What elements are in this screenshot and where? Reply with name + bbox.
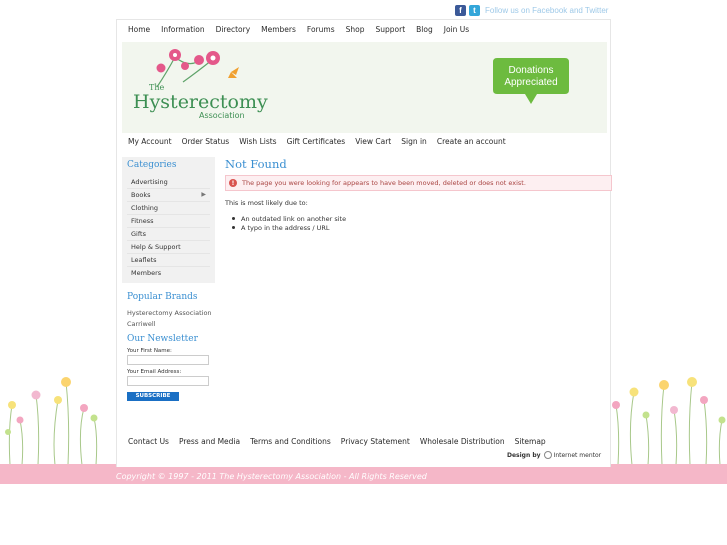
nav-wish-lists[interactable]: Wish Lists xyxy=(239,137,276,146)
nav-directory[interactable]: Directory xyxy=(216,25,251,34)
popular-brands: Popular Brands Hysterectomy Association … xyxy=(122,292,215,328)
page-title: Not Found xyxy=(225,157,287,171)
nav-order-status[interactable]: Order Status xyxy=(182,137,230,146)
svg-text:Association: Association xyxy=(199,111,245,120)
error-text: The page you were looking for appears to… xyxy=(242,179,526,187)
header-banner: The Hysterectomy Association Donations A… xyxy=(122,42,607,133)
nav-sign-in[interactable]: Sign in xyxy=(401,137,427,146)
nav-view-cart[interactable]: View Cart xyxy=(355,137,391,146)
reasons-list: An outdated link on another site A typo … xyxy=(225,214,612,232)
footer-nav: Contact Us Press and Media Terms and Con… xyxy=(128,437,546,446)
site-logo[interactable]: The Hysterectomy Association xyxy=(127,42,287,132)
nav-gift-certificates[interactable]: Gift Certificates xyxy=(287,137,346,146)
footer-contact-us[interactable]: Contact Us xyxy=(128,437,169,446)
social-links: f t Follow us on Facebook and Twitter xyxy=(455,3,608,17)
follow-text[interactable]: Follow us on Facebook and Twitter xyxy=(485,6,608,15)
svg-text:Hysterectomy: Hysterectomy xyxy=(133,91,268,113)
list-item: An outdated link on another site xyxy=(232,214,612,223)
newsletter-title: Our Newsletter xyxy=(127,334,198,344)
nav-members[interactable]: Members xyxy=(261,25,296,34)
donations-button[interactable]: Donations Appreciated xyxy=(493,58,569,104)
main-content: Not Found ! The page you were looking fo… xyxy=(225,157,612,232)
footer-wholesale[interactable]: Wholesale Distribution xyxy=(420,437,505,446)
category-clothing[interactable]: Clothing xyxy=(127,202,210,215)
design-by-label: Design by xyxy=(507,451,541,459)
nav-create-account[interactable]: Create an account xyxy=(437,137,506,146)
category-books-label: Books xyxy=(131,191,151,199)
nav-join-us[interactable]: Join Us xyxy=(444,25,469,34)
butterfly-icon xyxy=(228,67,239,78)
category-help-support[interactable]: Help & Support xyxy=(127,241,210,254)
twitter-icon[interactable]: t xyxy=(469,4,480,16)
categories-list: Advertising Books ▶ Clothing Fitness Gift… xyxy=(127,176,210,280)
nav-support[interactable]: Support xyxy=(375,25,405,34)
footer-privacy[interactable]: Privacy Statement xyxy=(341,437,410,446)
nav-shop[interactable]: Shop xyxy=(346,25,365,34)
footer-press-media[interactable]: Press and Media xyxy=(179,437,240,446)
list-item: A typo in the address / URL xyxy=(232,223,612,232)
account-nav: My Account Order Status Wish Lists Gift … xyxy=(128,137,506,146)
email-label: Your Email Address: xyxy=(127,369,182,375)
newsletter: Our Newsletter Your First Name: Your Ema… xyxy=(122,334,215,401)
first-name-field[interactable] xyxy=(127,355,209,365)
footer-sitemap[interactable]: Sitemap xyxy=(515,437,546,446)
categories-box: Categories Advertising Books ▶ Clothing F… xyxy=(122,157,215,283)
likely-cause-text: This is most likely due to: xyxy=(225,199,308,207)
design-credit: Design by Internet mentor xyxy=(507,451,601,459)
nav-home[interactable]: Home xyxy=(128,25,150,34)
category-members[interactable]: Members xyxy=(127,267,210,280)
category-advertising[interactable]: Advertising xyxy=(127,176,210,189)
first-name-label: Your First Name: xyxy=(127,348,172,354)
categories-title: Categories xyxy=(127,160,177,170)
nav-my-account[interactable]: My Account xyxy=(128,137,172,146)
error-message: ! The page you were looking for appears … xyxy=(225,175,612,191)
email-field[interactable] xyxy=(127,376,209,386)
nav-information[interactable]: Information xyxy=(161,25,204,34)
page-container: Home Information Directory Members Forum… xyxy=(116,19,612,467)
brands-title: Popular Brands xyxy=(127,292,198,302)
brand-hysterectomy-association[interactable]: Hysterectomy Association xyxy=(127,309,215,317)
category-leaflets[interactable]: Leaflets xyxy=(127,254,210,267)
chevron-right-icon: ▶ xyxy=(201,191,206,198)
category-gifts[interactable]: Gifts xyxy=(127,228,210,241)
donate-line2: Appreciated xyxy=(504,77,558,88)
sidebar: Categories Advertising Books ▶ Clothing F… xyxy=(122,157,215,401)
error-icon: ! xyxy=(229,179,237,187)
nav-blog[interactable]: Blog xyxy=(416,25,433,34)
top-nav: Home Information Directory Members Forum… xyxy=(128,25,469,34)
category-fitness[interactable]: Fitness xyxy=(127,215,210,228)
design-company-link[interactable]: Internet mentor xyxy=(554,452,602,459)
internet-mentor-icon xyxy=(543,451,552,459)
footer-terms[interactable]: Terms and Conditions xyxy=(250,437,331,446)
category-books[interactable]: Books ▶ xyxy=(127,189,210,202)
nav-forums[interactable]: Forums xyxy=(307,25,335,34)
subscribe-button[interactable]: SUBSCRIBE xyxy=(127,392,179,401)
copyright: Copyright © 1997 - 2011 The Hysterectomy… xyxy=(116,472,427,481)
donate-line1: Donations xyxy=(508,65,554,76)
facebook-icon[interactable]: f xyxy=(455,4,466,16)
brand-carriwell[interactable]: Carriwell xyxy=(127,320,215,328)
